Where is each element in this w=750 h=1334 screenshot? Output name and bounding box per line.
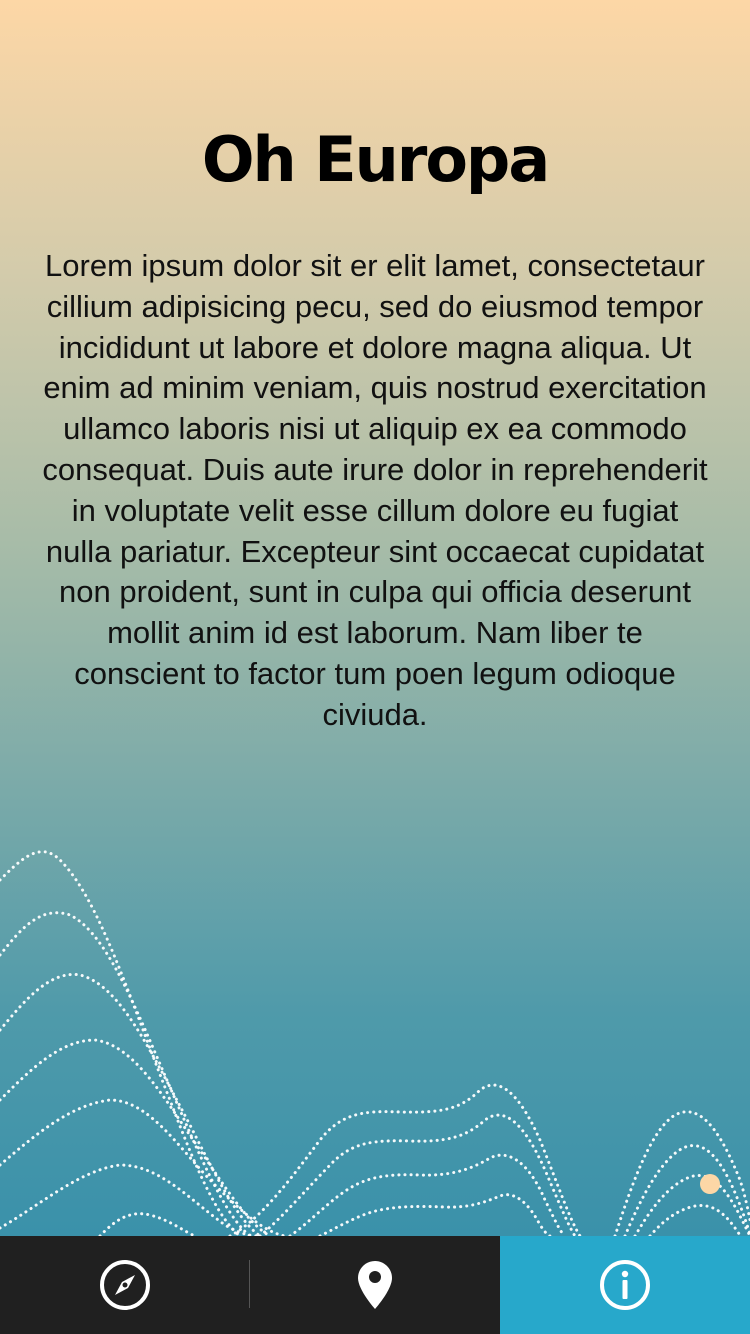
tab-info[interactable] [500, 1236, 750, 1334]
dotted-wave-decoration [0, 850, 750, 1236]
location-pin-icon [357, 1260, 393, 1310]
compass-icon [99, 1259, 151, 1311]
accent-dot [700, 1174, 720, 1194]
info-icon [599, 1259, 651, 1311]
tab-map[interactable] [250, 1236, 500, 1334]
tab-explore[interactable] [0, 1236, 250, 1334]
bottom-tab-bar [0, 1236, 750, 1334]
info-screen: Oh Europa Lorem ipsum dolor sit er elit … [0, 0, 750, 1236]
